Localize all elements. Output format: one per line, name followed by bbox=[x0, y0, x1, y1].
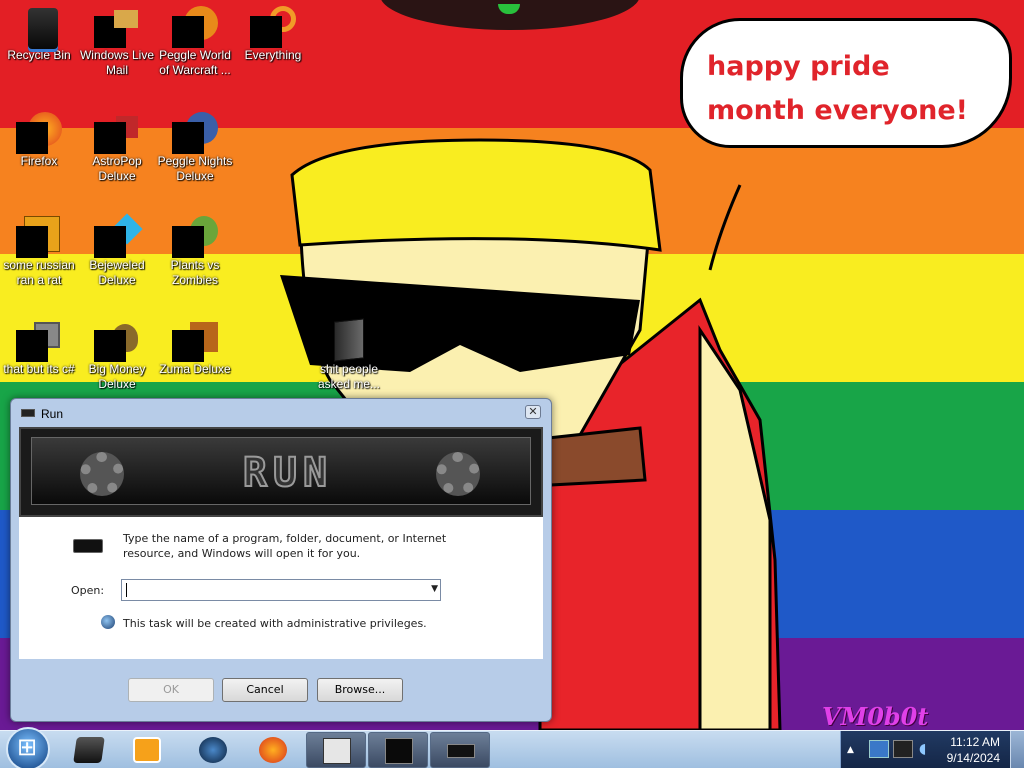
chevron-up-icon[interactable]: ▲ bbox=[847, 745, 854, 755]
speech-bubble-text: happy pride month everyone! bbox=[707, 51, 968, 126]
run-icon bbox=[447, 744, 475, 758]
terminal-icon bbox=[385, 738, 413, 764]
shortcut-icon bbox=[16, 320, 60, 362]
run-banner: RUN bbox=[19, 427, 543, 517]
frog-icon bbox=[172, 320, 218, 362]
money-bag-icon bbox=[94, 320, 138, 362]
ok-button[interactable]: OK bbox=[128, 678, 214, 702]
game-icon bbox=[94, 112, 138, 154]
close-icon: ✕ bbox=[528, 405, 538, 418]
open-combobox[interactable]: ▼ bbox=[121, 579, 441, 601]
desktop-icon-zuma[interactable]: Zuma Deluxe bbox=[156, 320, 234, 377]
gear-icon bbox=[436, 452, 480, 496]
folder-icon bbox=[328, 318, 370, 362]
desktop-icon-label: AstroPop Deluxe bbox=[92, 154, 142, 183]
desktop-icon-label: Firefox bbox=[20, 154, 58, 168]
desktop-icon-label: Everything bbox=[244, 48, 302, 62]
firefox-icon bbox=[16, 112, 62, 154]
desktop-icon-big-money[interactable]: Big Money Deluxe bbox=[78, 320, 156, 392]
desktop-icon-label: Zuma Deluxe bbox=[159, 362, 231, 376]
network-icon[interactable] bbox=[869, 740, 889, 758]
program-icon bbox=[73, 539, 103, 553]
recycle-bin-icon bbox=[18, 6, 60, 52]
speech-bubble: happy pride month everyone! bbox=[680, 18, 1012, 148]
windows-icon bbox=[199, 737, 227, 763]
script-icon bbox=[16, 216, 60, 258]
desktop-icon-firefox[interactable]: Firefox bbox=[0, 112, 78, 169]
system-tray: ▲ ◖ 11:12 AM 9/14/2024 bbox=[840, 731, 1024, 768]
action-center-icon[interactable] bbox=[893, 740, 913, 758]
admin-privileges-note: This task will be created with administr… bbox=[123, 617, 427, 630]
desktop-icon-label: shit people asked me... bbox=[317, 362, 381, 391]
desktop-icon-that-but-csharp[interactable]: that but its c# bbox=[0, 320, 78, 377]
artist-signature: VM0b0t bbox=[822, 702, 929, 730]
chevron-down-icon[interactable]: ▼ bbox=[431, 584, 438, 594]
gear-icon bbox=[80, 452, 124, 496]
browse-button[interactable]: Browse... bbox=[317, 678, 403, 702]
run-icon bbox=[21, 409, 35, 417]
desktop-icon-peggle-nights[interactable]: Peggle Nights Deluxe bbox=[156, 112, 234, 184]
taskbar-task-run[interactable] bbox=[430, 732, 490, 768]
taskbar-task-checklist[interactable] bbox=[306, 732, 366, 768]
taskbar-pinned-firefox[interactable] bbox=[244, 733, 302, 767]
desktop-icon-astropop[interactable]: AstroPop Deluxe bbox=[78, 112, 156, 184]
run-dialog: Run ✕ RUN Type the name of a program, fo… bbox=[10, 398, 552, 722]
text-caret bbox=[126, 583, 127, 597]
media-player-icon bbox=[73, 737, 105, 763]
show-desktop-button[interactable] bbox=[1010, 731, 1024, 768]
taskbar-pinned-media-player[interactable] bbox=[60, 733, 118, 767]
desktop-icon-russian-rat[interactable]: some russian ran a rat bbox=[0, 216, 78, 288]
desktop-icon-peggle-wow[interactable]: Peggle World of Warcraft ... bbox=[156, 6, 234, 78]
taskbar-task-terminal[interactable] bbox=[368, 732, 428, 768]
taskbar: ▲ ◖ 11:12 AM 9/14/2024 bbox=[0, 727, 1024, 768]
gem-icon bbox=[94, 213, 143, 258]
desktop-icon-folder[interactable]: shit people asked me... bbox=[310, 318, 388, 392]
start-button[interactable] bbox=[6, 727, 50, 768]
desktop-icon-label: some russian ran a rat bbox=[3, 258, 75, 287]
run-dialog-titlebar[interactable]: Run bbox=[21, 407, 64, 421]
plant-icon bbox=[172, 216, 218, 258]
run-banner-word: RUN bbox=[242, 449, 334, 497]
mail-icon bbox=[94, 6, 138, 48]
desktop-icon-bejeweled[interactable]: Bejeweled Deluxe bbox=[78, 213, 156, 288]
volume-icon[interactable]: ◖ bbox=[919, 741, 926, 757]
desktop-icon-everything[interactable]: Everything bbox=[234, 6, 312, 63]
run-dialog-body: Type the name of a program, folder, docu… bbox=[19, 517, 543, 659]
media-center-icon bbox=[133, 737, 161, 763]
checklist-icon bbox=[323, 738, 351, 764]
desktop-icon-windows-live-mail[interactable]: Windows Live Mail bbox=[78, 6, 156, 78]
firefox-icon bbox=[259, 737, 287, 763]
taskbar-pinned-media-center[interactable] bbox=[118, 733, 176, 767]
peggle-icon bbox=[172, 112, 218, 154]
desktop-icon-label: Bejeweled Deluxe bbox=[89, 258, 145, 287]
desktop-icon-plants-vs-zombies[interactable]: Plants vs Zombies bbox=[156, 216, 234, 288]
clock-time[interactable]: 11:12 AM bbox=[950, 735, 1000, 749]
desktop-icon-label: Big Money Deluxe bbox=[88, 362, 146, 391]
desktop-icon-label: Plants vs Zombies bbox=[170, 258, 220, 287]
run-description: Type the name of a program, folder, docu… bbox=[123, 532, 447, 560]
peggle-icon bbox=[172, 6, 218, 48]
desktop-icon-recycle-bin[interactable]: Recycle Bin bbox=[0, 6, 78, 63]
clock-date[interactable]: 9/14/2024 bbox=[947, 751, 1000, 765]
desktop-icon-label: that but its c# bbox=[3, 362, 75, 376]
desktop-icon-label: Peggle Nights Deluxe bbox=[157, 154, 233, 183]
run-dialog-title: Run bbox=[41, 407, 64, 421]
run-banner-panel: RUN bbox=[31, 437, 531, 505]
close-button[interactable]: ✕ bbox=[525, 405, 541, 419]
shield-icon bbox=[101, 615, 115, 629]
open-label: Open: bbox=[71, 584, 105, 597]
desktop-icon-label: Peggle World of Warcraft ... bbox=[159, 48, 231, 77]
search-icon bbox=[250, 6, 296, 48]
cancel-button[interactable]: Cancel bbox=[222, 678, 308, 702]
taskbar-pinned-windows[interactable] bbox=[184, 733, 242, 767]
desktop-icon-label: Windows Live Mail bbox=[79, 48, 155, 77]
